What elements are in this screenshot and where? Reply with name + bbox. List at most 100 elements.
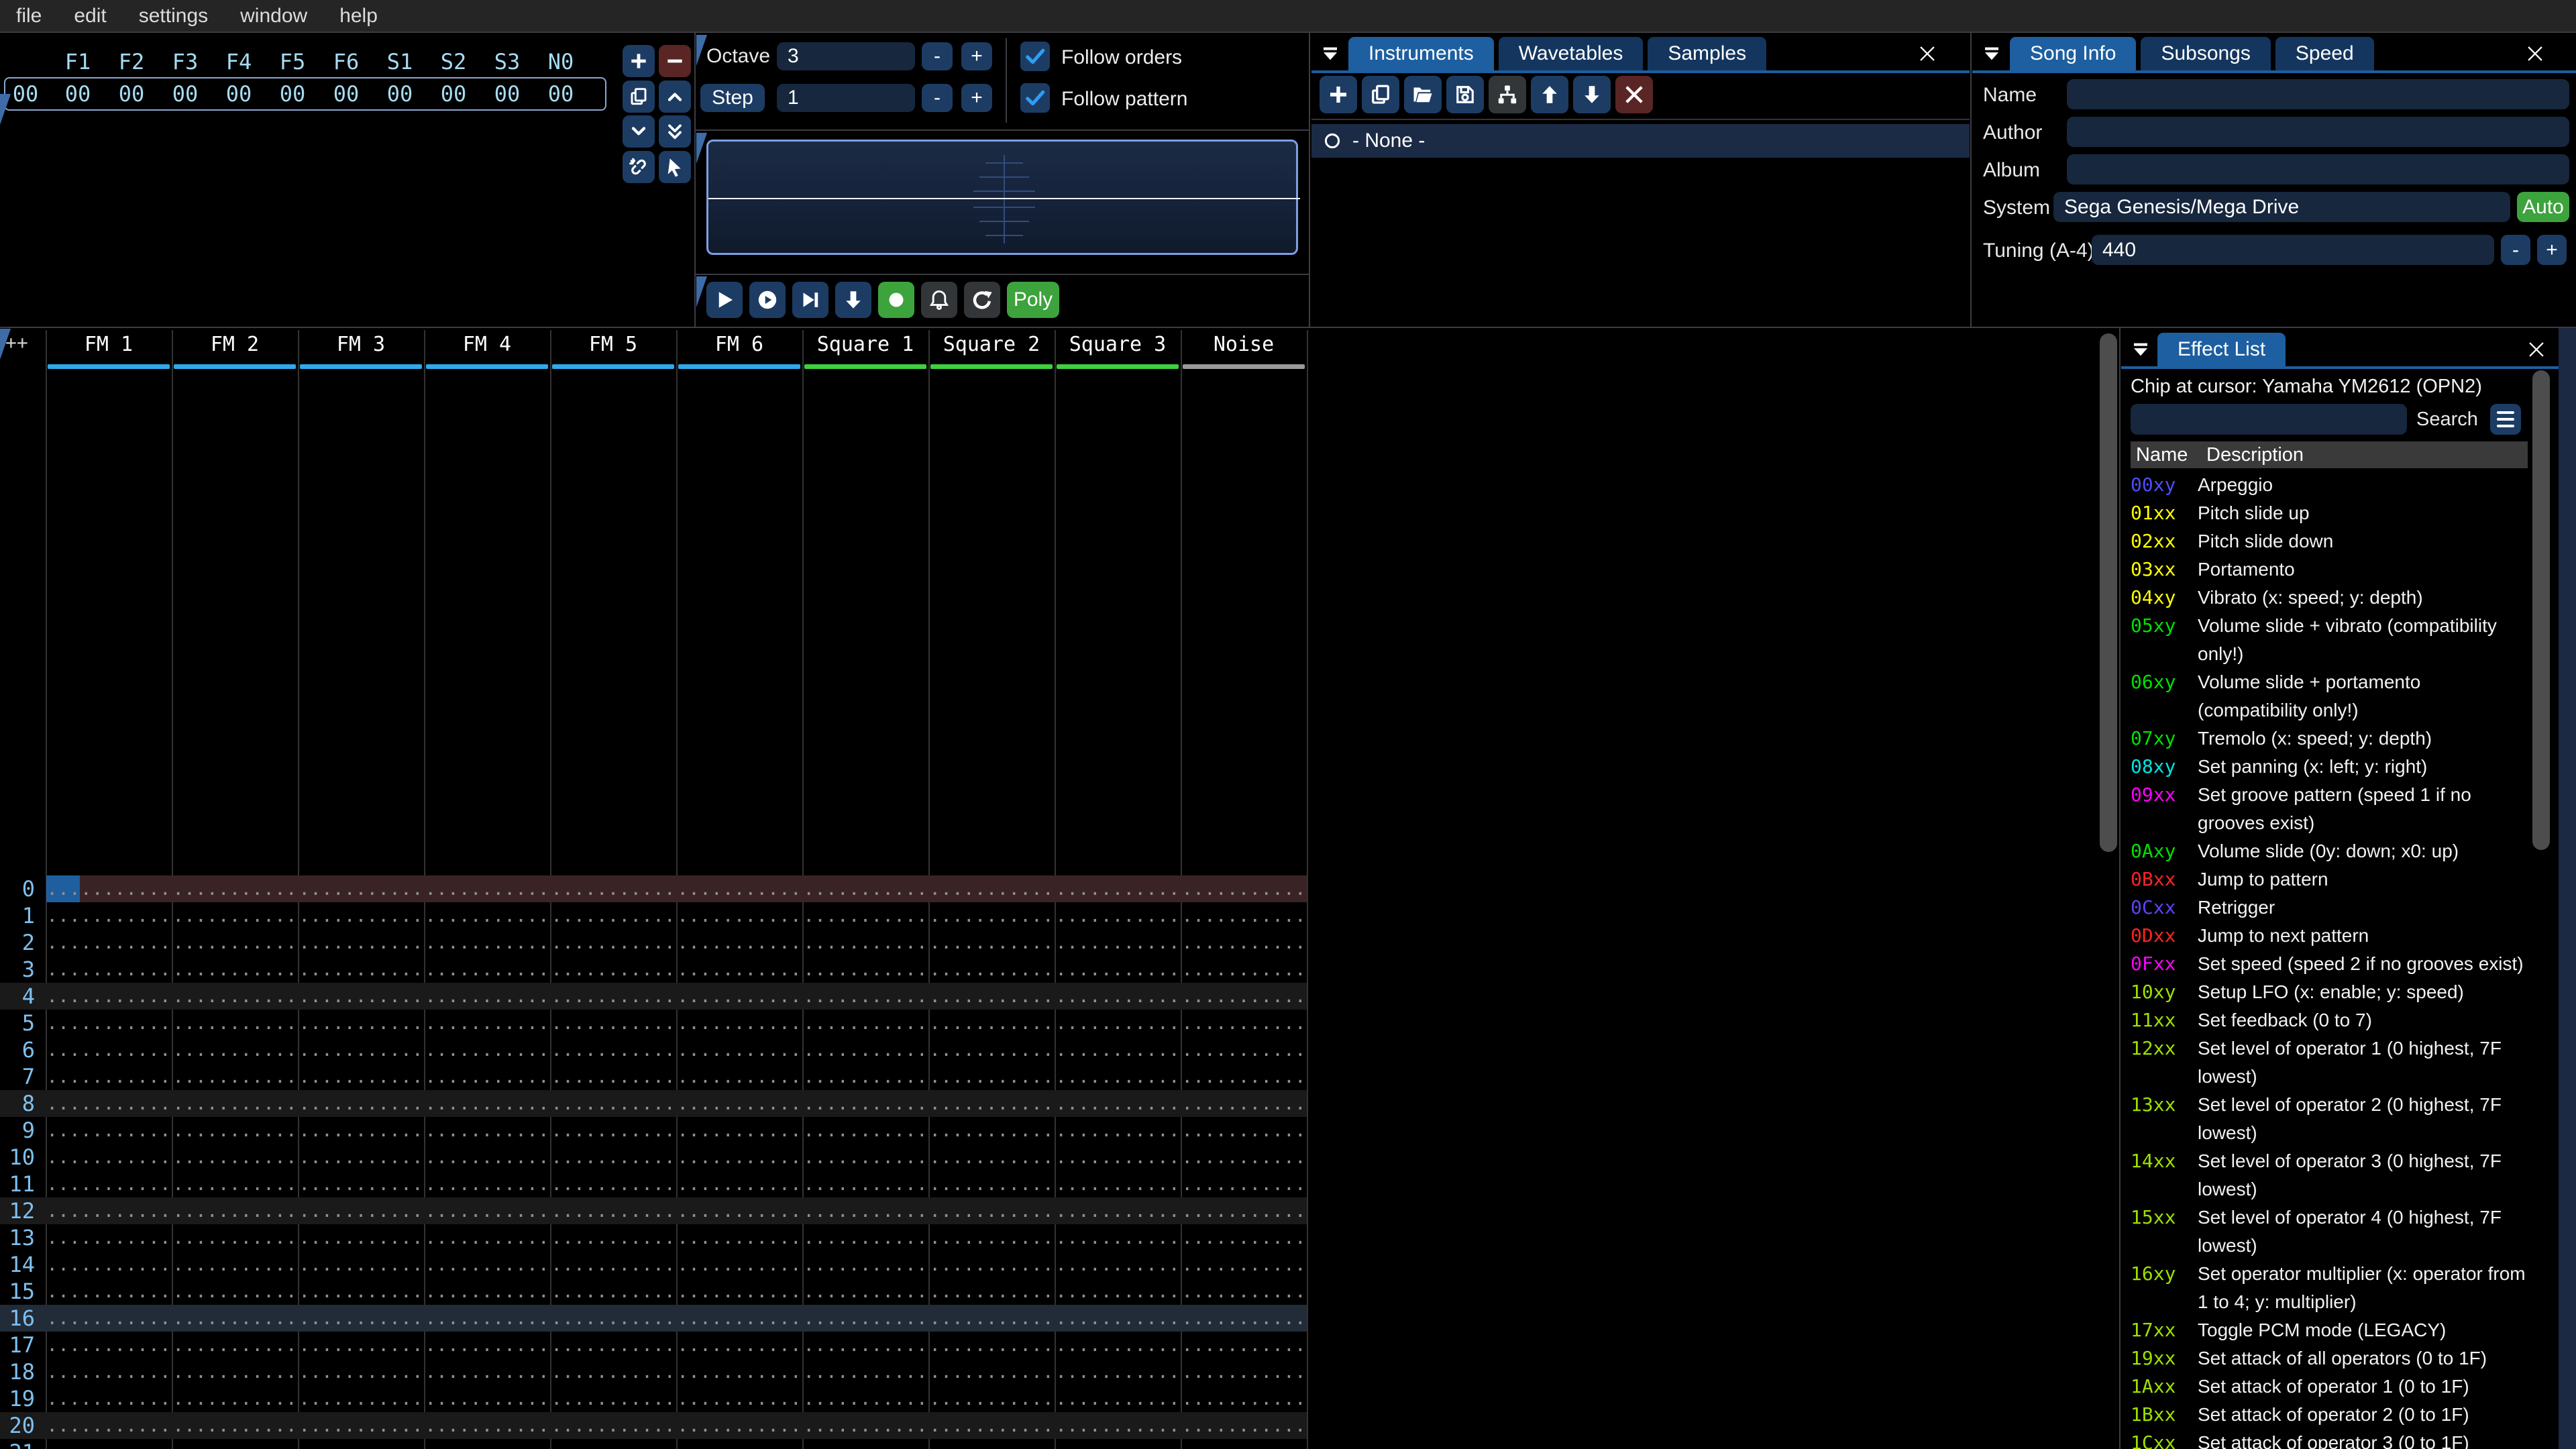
pattern-cell[interactable]: ...........: [1055, 983, 1181, 1010]
effect-list-menu-button[interactable]: [2490, 404, 2521, 435]
pattern-cell[interactable]: ...........: [550, 1010, 676, 1036]
pattern-cell[interactable]: ...........: [550, 956, 676, 983]
pattern-cell[interactable]: ...........: [550, 1412, 676, 1439]
duplicate-order-end-button[interactable]: [659, 115, 691, 148]
step-one-row-button[interactable]: [835, 282, 871, 318]
effect-list-entry[interactable]: 05xy Volume slide + vibrato (compatibilit…: [2131, 612, 2532, 668]
pattern-cell[interactable]: ...........: [1055, 1063, 1181, 1090]
pattern-cell[interactable]: ...........: [1181, 1278, 1307, 1305]
pattern-cell[interactable]: ...........: [676, 1036, 802, 1063]
pattern-cell[interactable]: ...........: [550, 1117, 676, 1144]
pattern-cell[interactable]: ...........: [802, 1197, 928, 1224]
channel-header-noise[interactable]: Noise: [1181, 333, 1307, 356]
pattern-cell[interactable]: ...........: [424, 1439, 550, 1449]
order-value[interactable]: 00: [158, 78, 212, 109]
pattern-cell[interactable]: ...........: [172, 875, 298, 902]
effect-list-entry[interactable]: 00xy Arpeggio: [2131, 471, 2532, 499]
effect-list-entry[interactable]: 0Dxx Jump to next pattern: [2131, 922, 2532, 950]
pattern-row[interactable]: 9.......................................…: [0, 1117, 2120, 1144]
pattern-cell[interactable]: ...........: [676, 1171, 802, 1197]
effect-list-entry[interactable]: 10xy Setup LFO (x: enable; y: speed): [2131, 978, 2532, 1006]
pattern-cell[interactable]: ...........: [1055, 1197, 1181, 1224]
pattern-cell[interactable]: ...........: [1181, 1439, 1307, 1449]
pattern-cell[interactable]: ...........: [802, 1224, 928, 1251]
pattern-cell[interactable]: ...........: [172, 956, 298, 983]
pattern-cell[interactable]: ...........: [172, 1036, 298, 1063]
pattern-cell[interactable]: ...........: [1181, 1358, 1307, 1385]
pattern-cell[interactable]: ...........: [802, 1117, 928, 1144]
pattern-cell[interactable]: ...........: [928, 1412, 1055, 1439]
pattern-cell[interactable]: ...........: [802, 1063, 928, 1090]
pattern-row[interactable]: 0.......................................…: [0, 875, 2120, 902]
pattern-cell[interactable]: ...........: [298, 1412, 424, 1439]
menu-item-edit[interactable]: edit: [58, 0, 122, 32]
pattern-cell[interactable]: ...........: [676, 1197, 802, 1224]
pattern-cell[interactable]: ...........: [46, 1171, 172, 1197]
pattern-cell[interactable]: ...........: [550, 1171, 676, 1197]
pattern-cell[interactable]: ...........: [802, 1036, 928, 1063]
pattern-cell[interactable]: ...........: [1181, 1224, 1307, 1251]
move-instrument-down-button[interactable]: [1573, 76, 1611, 113]
close-instruments-button[interactable]: [1915, 41, 1940, 66]
channel-header-fm-1[interactable]: FM 1: [46, 333, 172, 356]
pattern-row[interactable]: 15......................................…: [0, 1278, 2120, 1305]
pattern-scrollbar[interactable]: [2100, 333, 2117, 852]
pattern-cell[interactable]: ...........: [1055, 929, 1181, 956]
effect-list-entry[interactable]: 06xy Volume slide + portamento (compatibi…: [2131, 668, 2532, 724]
pattern-cell[interactable]: ...........: [298, 1278, 424, 1305]
pattern-cell[interactable]: ...........: [1055, 1278, 1181, 1305]
pattern-cell[interactable]: ...........: [424, 956, 550, 983]
system-auto-button[interactable]: Auto: [2517, 192, 2569, 222]
pattern-cell[interactable]: ...........: [802, 1332, 928, 1358]
effect-list-entry[interactable]: 16xy Set operator multiplier (x: operator…: [2131, 1260, 2532, 1316]
order-value[interactable]: 00: [480, 78, 534, 109]
orders-row[interactable]: 00 00 00 00 00 00 00 00 00 00 00: [0, 78, 588, 109]
pattern-cell[interactable]: ...........: [1181, 1332, 1307, 1358]
pattern-cell[interactable]: ...........: [172, 1090, 298, 1117]
pattern-cell[interactable]: ...........: [172, 1412, 298, 1439]
pattern-cell[interactable]: ...........: [676, 1010, 802, 1036]
pattern-cell[interactable]: ...........: [928, 983, 1055, 1010]
pattern-cell[interactable]: ...........: [1055, 1305, 1181, 1332]
pattern-row[interactable]: 12......................................…: [0, 1197, 2120, 1224]
pattern-cell[interactable]: ...........: [928, 1439, 1055, 1449]
effect-list-entry[interactable]: 07xy Tremolo (x: speed; y: depth): [2131, 724, 2532, 753]
metronome-button[interactable]: [921, 282, 957, 318]
pattern-cell[interactable]: ...........: [928, 1332, 1055, 1358]
pattern-cell[interactable]: ...........: [928, 1251, 1055, 1278]
pattern-cell[interactable]: ...........: [550, 929, 676, 956]
pattern-row[interactable]: 8.......................................…: [0, 1090, 2120, 1117]
pattern-cell[interactable]: ...........: [676, 1144, 802, 1171]
tab-speed[interactable]: Speed: [2275, 37, 2374, 70]
order-change-mode-button[interactable]: [659, 151, 691, 183]
pattern-cell[interactable]: ...........: [928, 1036, 1055, 1063]
pattern-cell[interactable]: ...........: [298, 1036, 424, 1063]
order-value[interactable]: 00: [427, 78, 480, 109]
pattern-cell[interactable]: ...........: [676, 1358, 802, 1385]
pattern-cell[interactable]: ...........: [424, 1063, 550, 1090]
pattern-cell[interactable]: ...........: [802, 929, 928, 956]
pattern-cell[interactable]: ...........: [802, 875, 928, 902]
pattern-cell[interactable]: ...........: [298, 1063, 424, 1090]
pattern-cell[interactable]: ...........: [676, 1251, 802, 1278]
pattern-row[interactable]: 14......................................…: [0, 1251, 2120, 1278]
pattern-cell[interactable]: ...........: [1181, 1305, 1307, 1332]
menu-item-window[interactable]: window: [224, 0, 323, 32]
edit-record-button[interactable]: [878, 282, 914, 318]
effect-list-entry[interactable]: 19xx Set attack of all operators (0 to 1F…: [2131, 1344, 2532, 1373]
effect-list-entry[interactable]: 04xy Vibrato (x: speed; y: depth): [2131, 584, 2532, 612]
pattern-cell[interactable]: ...........: [928, 1197, 1055, 1224]
pattern-cell[interactable]: ...........: [172, 1251, 298, 1278]
effect-list-entry[interactable]: 0Axy Volume slide (0y: down; x0: up): [2131, 837, 2532, 865]
pattern-cell[interactable]: ...........: [46, 1412, 172, 1439]
pattern-cell[interactable]: ...........: [1055, 1144, 1181, 1171]
channel-header-fm-5[interactable]: FM 5: [550, 333, 676, 356]
pattern-cell[interactable]: ...........: [676, 956, 802, 983]
pattern-cell[interactable]: ...........: [928, 956, 1055, 983]
pattern-cell[interactable]: ...........: [550, 1197, 676, 1224]
pattern-cell[interactable]: ...........: [46, 1117, 172, 1144]
follow-orders-checkbox[interactable]: [1020, 42, 1050, 71]
pattern-cell[interactable]: ...........: [550, 1224, 676, 1251]
effect-list-entry[interactable]: 03xx Portamento: [2131, 555, 2532, 584]
pattern-cell[interactable]: ...........: [1181, 1171, 1307, 1197]
